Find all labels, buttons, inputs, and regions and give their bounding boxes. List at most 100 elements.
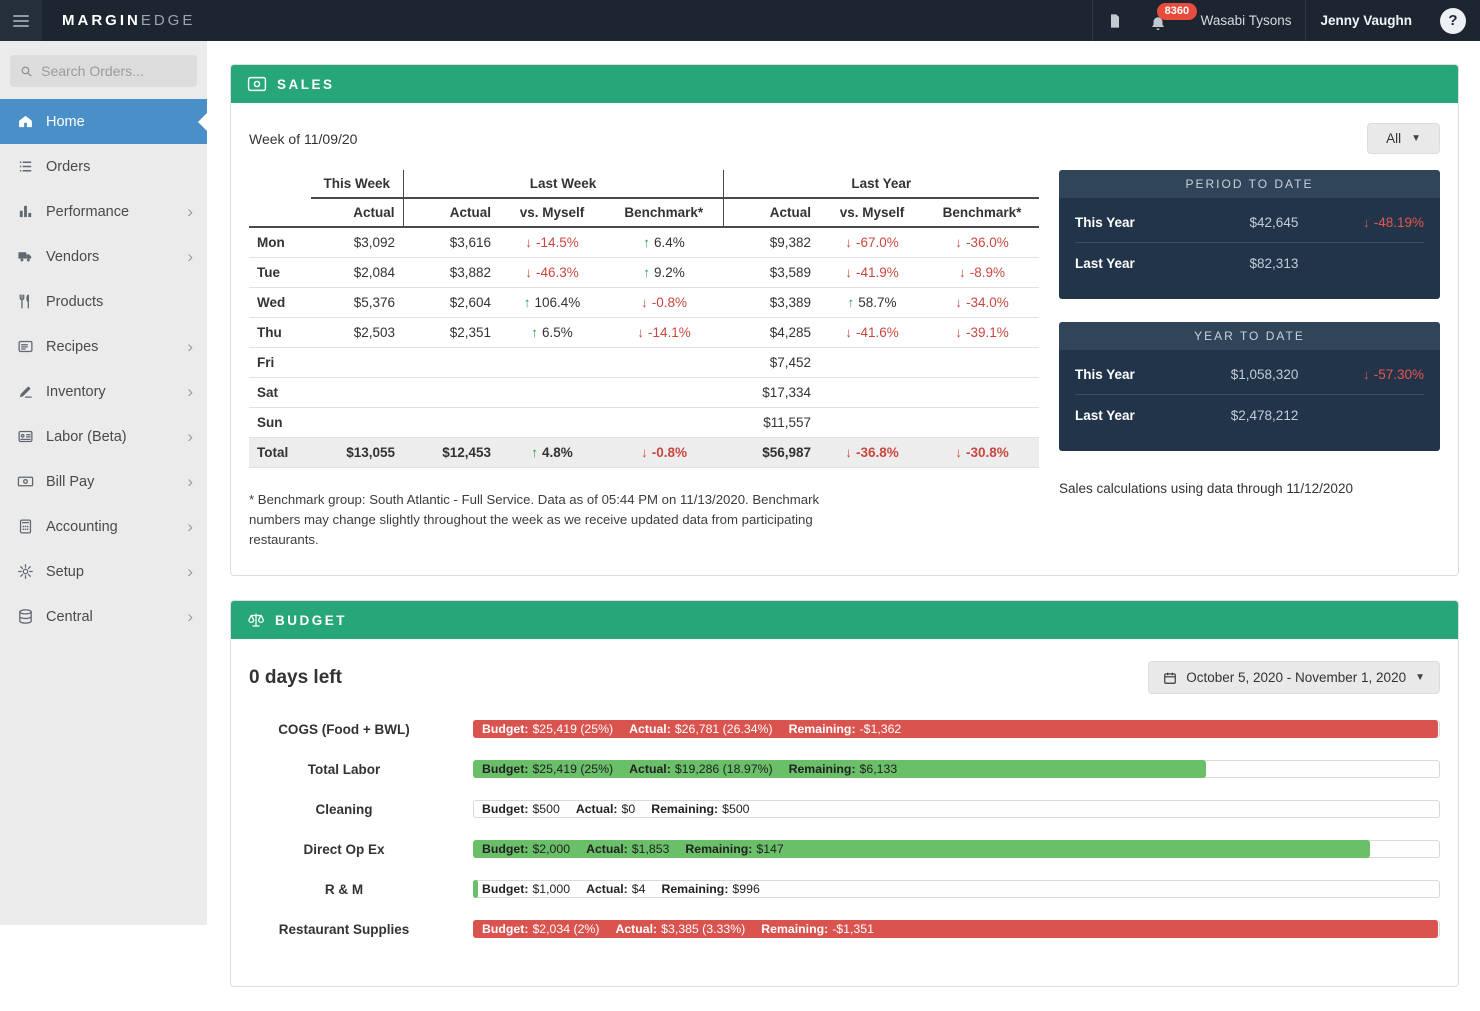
database-icon (14, 608, 36, 625)
col-ly-actual: Actual (723, 198, 819, 227)
sidebar-item-labor[interactable]: Labor (Beta) › (0, 414, 207, 459)
lw-vs-myself (499, 408, 605, 438)
sidebar-item-setup[interactable]: Setup › (0, 549, 207, 594)
budget-category-label: Total Labor (249, 762, 439, 777)
sales-row-thu: Thu $2,503 $2,351 6.5% -14.1% $4,285 -41… (249, 318, 1039, 348)
trend-value: 6.5% (531, 325, 573, 340)
sidebar-item-billpay[interactable]: Bill Pay › (0, 459, 207, 504)
sidebar-nav: Home Orders Performance › Vendors › Prod… (0, 99, 207, 639)
ly-benchmark (925, 378, 1039, 408)
trend-value: -0.8% (641, 295, 687, 310)
remaining-amount: Remaining:-$1,362 (789, 722, 902, 736)
sidebar-item-label: Home (46, 114, 85, 130)
help-icon[interactable]: ? (1440, 8, 1466, 34)
row-label: This Year (1075, 367, 1190, 382)
date-range-dropdown[interactable]: October 5, 2020 - November 1, 2020 ▼ (1148, 661, 1440, 694)
ly-benchmark: -30.8% (925, 438, 1039, 468)
remaining-amount: Remaining:$996 (661, 882, 759, 896)
orders-list-icon (14, 158, 36, 175)
trend-value: -36.0% (955, 235, 1009, 250)
sidebar-item-vendors[interactable]: Vendors › (0, 234, 207, 279)
sales-filter-dropdown[interactable]: All ▼ (1367, 123, 1440, 154)
search-icon (20, 64, 33, 79)
id-card-icon (14, 428, 36, 445)
sales-row-tue: Tue $2,084 $3,882 -46.3% 9.2% $3,589 -41… (249, 258, 1039, 288)
trend-value: -14.5% (525, 235, 579, 250)
calendar-icon (1163, 671, 1177, 685)
col-ly-benchmark: Benchmark* (925, 198, 1039, 227)
empty-header (249, 170, 311, 198)
filter-value: All (1386, 131, 1401, 146)
company-selector[interactable]: Wasabi Tysons (1187, 0, 1306, 41)
budget-row-cogs: COGS (Food + BWL) Budget:$25,419 (25%) A… (249, 720, 1440, 738)
home-icon (14, 113, 36, 130)
days-left-label: 0 days left (249, 667, 342, 689)
chevron-right-icon: › (187, 518, 193, 535)
notifications-bell[interactable]: 8360 (1137, 0, 1187, 41)
table-group-header-row: This Week Last Week Last Year (249, 170, 1039, 198)
last-year-row: Last Year $2,478,212 (1075, 394, 1424, 435)
ly-actual: $3,389 (723, 288, 819, 318)
trend-value: -48.19% (1363, 215, 1424, 230)
card-title: YEAR TO DATE (1059, 322, 1440, 350)
year-to-date-card: YEAR TO DATE This Year $1,058,320 -57.30… (1059, 322, 1440, 451)
budget-bar-text: Budget:$25,419 (25%) Actual:$19,286 (18.… (482, 761, 897, 777)
budget-progress-bar: Budget:$1,000 Actual:$4 Remaining:$996 (473, 880, 1440, 898)
trend-value: -41.9% (845, 265, 899, 280)
day-label: Total (249, 438, 311, 468)
tw-actual: $5,376 (311, 288, 403, 318)
sidebar-item-recipes[interactable]: Recipes › (0, 324, 207, 369)
budget-category-label: COGS (Food + BWL) (249, 722, 439, 737)
budget-amount: Budget:$25,419 (25%) (482, 762, 613, 776)
scales-icon (247, 611, 265, 629)
actual-amount: Actual:$26,781 (26.34%) (629, 722, 772, 736)
ly-vs-myself: -67.0% (819, 227, 925, 258)
trend-value: -8.9% (959, 265, 1005, 280)
card-body: This Year $42,645 -48.19% Last Year $82,… (1059, 198, 1440, 299)
lw-actual: $2,351 (403, 318, 499, 348)
lw-benchmark: 6.4% (605, 227, 723, 258)
document-icon[interactable] (1093, 0, 1137, 41)
calculator-icon (14, 518, 36, 535)
budget-row-direct-op-ex: Direct Op Ex Budget:$2,000 Actual:$1,853… (249, 840, 1440, 858)
cash-icon (247, 76, 267, 92)
user-menu[interactable]: Jenny Vaughn (1306, 0, 1426, 41)
sidebar-item-products[interactable]: Products (0, 279, 207, 324)
pencil-edit-icon (14, 383, 36, 400)
budget-progress-bar: Budget:$25,419 (25%) Actual:$19,286 (18.… (473, 760, 1440, 778)
trend-value: 58.7% (847, 295, 896, 310)
tw-actual (311, 348, 403, 378)
sidebar-item-home[interactable]: Home (0, 99, 207, 144)
chevron-right-icon: › (187, 248, 193, 265)
lw-actual: $2,604 (403, 288, 499, 318)
sidebar-item-orders[interactable]: Orders (0, 144, 207, 189)
sidebar-item-label: Orders (46, 159, 90, 175)
lw-benchmark (605, 408, 723, 438)
tw-actual (311, 378, 403, 408)
hamburger-menu-icon[interactable] (0, 0, 42, 41)
day-label: Fri (249, 348, 311, 378)
group-last-year: Last Year (723, 170, 1039, 198)
lw-actual: $3,882 (403, 258, 499, 288)
sales-table: This Week Last Week Last Year Actual Act… (249, 170, 1039, 468)
sidebar-item-accounting[interactable]: Accounting › (0, 504, 207, 549)
lw-actual: $12,453 (403, 438, 499, 468)
sales-table-area: This Week Last Week Last Year Actual Act… (249, 170, 1039, 549)
sidebar-item-label: Accounting (46, 519, 118, 535)
sidebar-item-label: Central (46, 609, 93, 625)
sales-row-mon: Mon $3,092 $3,616 -14.5% 6.4% $9,382 -67… (249, 227, 1039, 258)
budget-bar-text: Budget:$2,034 (2%) Actual:$3,385 (3.33%)… (482, 921, 874, 937)
lw-benchmark (605, 348, 723, 378)
utensils-icon (14, 293, 36, 310)
sidebar-item-inventory[interactable]: Inventory › (0, 369, 207, 414)
search-input[interactable] (41, 63, 187, 79)
chevron-right-icon: › (187, 428, 193, 445)
lw-benchmark: -0.8% (605, 288, 723, 318)
sidebar-item-central[interactable]: Central › (0, 594, 207, 639)
ly-benchmark: -39.1% (925, 318, 1039, 348)
week-label: Week of 11/09/20 (249, 131, 357, 147)
sidebar-item-label: Labor (Beta) (46, 429, 127, 445)
sales-summary-column: PERIOD TO DATE This Year $42,645 -48.19%… (1059, 170, 1440, 496)
sidebar-item-performance[interactable]: Performance › (0, 189, 207, 234)
banknote-icon (14, 473, 36, 490)
